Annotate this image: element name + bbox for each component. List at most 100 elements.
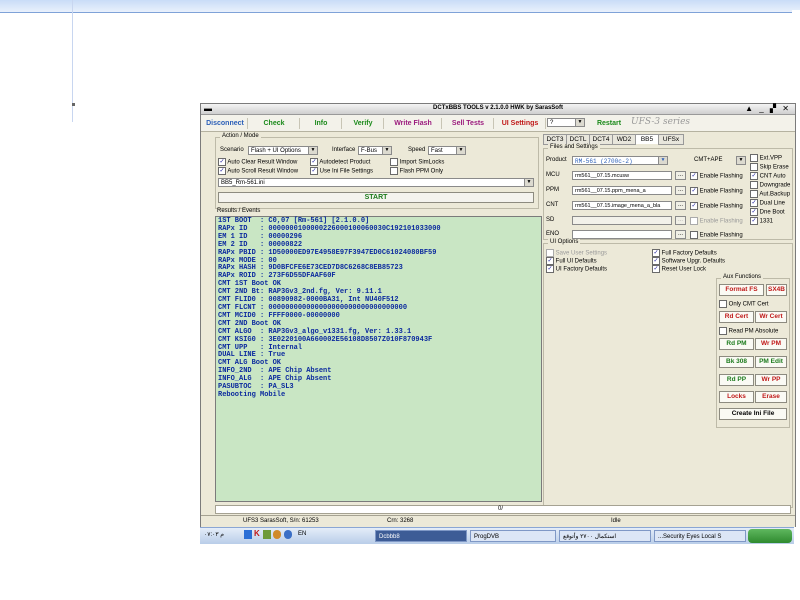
- check-icon: ✓: [218, 158, 226, 166]
- v1331-checkbox[interactable]: ✓ 1331: [750, 217, 773, 225]
- check-button[interactable]: Check: [249, 118, 300, 129]
- window-controls[interactable]: ▲ _ ▞ ✕: [745, 104, 791, 114]
- reset-user-lock-checkbox[interactable]: ✓ Reset User Lock: [652, 265, 706, 273]
- files-settings-label: Files and Settings: [548, 144, 600, 150]
- bk-308-button[interactable]: Bk 308: [719, 356, 754, 368]
- cnt-auto-label: CNT Auto: [759, 173, 786, 180]
- import-simlocks-checkbox[interactable]: Import SimLocks: [390, 158, 444, 166]
- info-button[interactable]: Info: [301, 118, 342, 129]
- empty-box-icon: [719, 327, 727, 335]
- cnt-enable-label: Enable Flashing: [699, 203, 743, 210]
- start-menu-button[interactable]: [748, 529, 792, 543]
- check-icon: ✓: [652, 265, 660, 273]
- restart-button[interactable]: Restart: [589, 118, 629, 129]
- speed-value: Fast: [431, 148, 443, 154]
- mcu-enable-label: Enable Flashing: [699, 173, 743, 180]
- sell-tests-button[interactable]: Sell Tests: [443, 118, 494, 129]
- create-ini-button[interactable]: Create Ini File: [719, 408, 787, 420]
- language-indicator[interactable]: EN: [298, 531, 306, 537]
- write-flash-button[interactable]: Write Flash: [385, 118, 442, 129]
- taskbar-item-security-eyes[interactable]: ...Security Eyes Local S: [654, 530, 746, 542]
- tray-icon-2[interactable]: [263, 530, 271, 539]
- auto-scroll-label: Auto Scroll Result Window: [227, 168, 299, 175]
- tray-icon-4[interactable]: [284, 530, 292, 539]
- read-pm-absolute-checkbox[interactable]: Read PM Absolute: [719, 327, 778, 335]
- rd-cert-button[interactable]: Rd Cert: [719, 311, 754, 323]
- taskbar-item-dcbbb8[interactable]: Dcbbb8: [375, 530, 467, 542]
- aux-functions-label: Aux Functions: [721, 274, 764, 280]
- chevron-down-icon: ▼: [382, 147, 391, 154]
- results-line: Rebooting Mobile: [218, 390, 286, 399]
- only-cmt-cert-checkbox[interactable]: Only CMT Cert: [719, 300, 769, 308]
- dne-boot-checkbox[interactable]: ✓ Dne Boot: [750, 208, 785, 216]
- mcu-browse-button[interactable]: ...: [675, 171, 686, 180]
- rd-pp-button[interactable]: Rd PP: [719, 374, 754, 386]
- autodetect-checkbox[interactable]: ✓ Autodetect Product: [310, 158, 370, 166]
- full-ui-checkbox[interactable]: ✓ Full UI Defaults: [546, 257, 597, 265]
- locks-button[interactable]: Locks: [719, 391, 754, 403]
- skip-erase-checkbox[interactable]: Skip Erase: [750, 163, 789, 171]
- results-log[interactable]: 1ST BOOT : C0,07 [Rm-561] [2.1.0.0] RAPx …: [215, 216, 542, 502]
- speed-select[interactable]: Fast ▼: [428, 146, 466, 155]
- downgrade-checkbox[interactable]: Downgrade: [750, 181, 790, 189]
- title-bar[interactable]: ▬ DCTxBBS TOOLS v 2.1.0.0 HWK by SarasSo…: [201, 104, 795, 115]
- use-ini-checkbox[interactable]: ✓ Use Ini File Settings: [310, 167, 373, 175]
- help-select-value: ?: [550, 120, 554, 126]
- tray-icon-3[interactable]: [273, 530, 281, 539]
- window-title: DCTxBBS TOOLS v 2.1.0.0 HWK by SarasSoft: [433, 105, 563, 111]
- results-label: Results / Events: [217, 208, 261, 214]
- wr-pm-button[interactable]: Wr PM: [755, 338, 787, 350]
- help-select[interactable]: ? ▼: [547, 118, 585, 127]
- eno-file-field[interactable]: [572, 230, 672, 239]
- start-button[interactable]: START: [218, 192, 534, 203]
- cmt-ape-select[interactable]: ▼: [736, 156, 746, 165]
- mcu-enable-checkbox[interactable]: ✓ Enable Flashing: [690, 172, 743, 180]
- cnt-auto-checkbox[interactable]: ✓ CNT Auto: [750, 172, 786, 180]
- ppm-enable-checkbox[interactable]: ✓ Enable Flashing: [690, 187, 743, 195]
- top-blue-strip: [0, 0, 800, 13]
- cnt-enable-checkbox[interactable]: ✓ Enable Flashing: [690, 202, 743, 210]
- wr-pp-button[interactable]: Wr PP: [755, 374, 787, 386]
- ppm-label: PPM: [546, 187, 560, 193]
- tray-icon-1[interactable]: [244, 530, 252, 539]
- ppm-file-field[interactable]: rm561__07.15.ppm_mena_a: [572, 186, 672, 195]
- erase-button[interactable]: Erase: [755, 391, 787, 403]
- tray-icon-k[interactable]: K: [254, 529, 260, 538]
- taskbar: ۰۷:۰۳ م K EN Dcbbb8 ProgDVB استكمال ٢٧٠٠…: [200, 527, 794, 544]
- taskbar-item-arabic[interactable]: استكمال ٢٧٠٠ وأتوقع: [559, 530, 651, 542]
- auto-scroll-checkbox[interactable]: ✓ Auto Scroll Result Window: [218, 167, 298, 175]
- product-select[interactable]: RM-561 (2700c-2) ▼: [572, 156, 668, 165]
- pm-edit-button[interactable]: PM Edit: [755, 356, 787, 368]
- format-fs-button[interactable]: Format FS: [719, 284, 764, 296]
- dual-line-checkbox[interactable]: ✓ Dual Line: [750, 199, 785, 207]
- cnt-browse-button[interactable]: ...: [675, 201, 686, 210]
- ppm-browse-button[interactable]: ...: [675, 186, 686, 195]
- sx4b-button[interactable]: SX4B: [766, 284, 787, 296]
- mcu-file-field[interactable]: rm561__07.15.mcusw: [572, 171, 672, 180]
- eno-enable-checkbox[interactable]: Enable Flashing: [690, 231, 743, 239]
- disconnect-button[interactable]: Disconnect: [203, 118, 248, 129]
- main-toolbar: Disconnect Check Info Verify Write Flash…: [201, 115, 795, 132]
- tab-bb5[interactable]: BB5: [635, 134, 659, 144]
- scenario-select[interactable]: Flash + UI Options ▼: [248, 146, 318, 155]
- auto-clear-checkbox[interactable]: ✓ Auto Clear Result Window: [218, 158, 297, 166]
- eno-browse-button[interactable]: ...: [675, 230, 686, 239]
- flash-ppm-checkbox[interactable]: Flash PPM Only: [390, 167, 443, 175]
- ini-file-select[interactable]: BB5_Rm-561.ini ▼: [218, 178, 534, 187]
- verify-button[interactable]: Verify: [343, 118, 384, 129]
- ui-factory-checkbox[interactable]: ✓ UI Factory Defaults: [546, 265, 607, 273]
- tab-ufsx[interactable]: UFSx: [658, 134, 684, 145]
- empty-box-icon: [546, 249, 554, 257]
- taskbar-item-progdvb[interactable]: ProgDVB: [470, 530, 556, 542]
- ext-vpp-checkbox[interactable]: Ext.VPP: [750, 154, 782, 162]
- aut-backup-checkbox[interactable]: Aut.Backup: [750, 190, 790, 198]
- scenario-label: Scenario: [220, 147, 244, 153]
- interface-select[interactable]: F-Bus ▼: [358, 146, 392, 155]
- wr-cert-button[interactable]: Wr Cert: [755, 311, 787, 323]
- ui-settings-button[interactable]: UI Settings: [495, 118, 546, 129]
- rd-pm-button[interactable]: Rd PM: [719, 338, 754, 350]
- software-upgr-checkbox[interactable]: ✓ Software Upgr. Defaults: [652, 257, 725, 265]
- full-factory-checkbox[interactable]: ✓ Full Factory Defaults: [652, 249, 717, 257]
- cnt-file-field[interactable]: rm561__07.15.image_mena_a_bla: [572, 201, 672, 210]
- tab-wd2[interactable]: WD2: [612, 134, 636, 145]
